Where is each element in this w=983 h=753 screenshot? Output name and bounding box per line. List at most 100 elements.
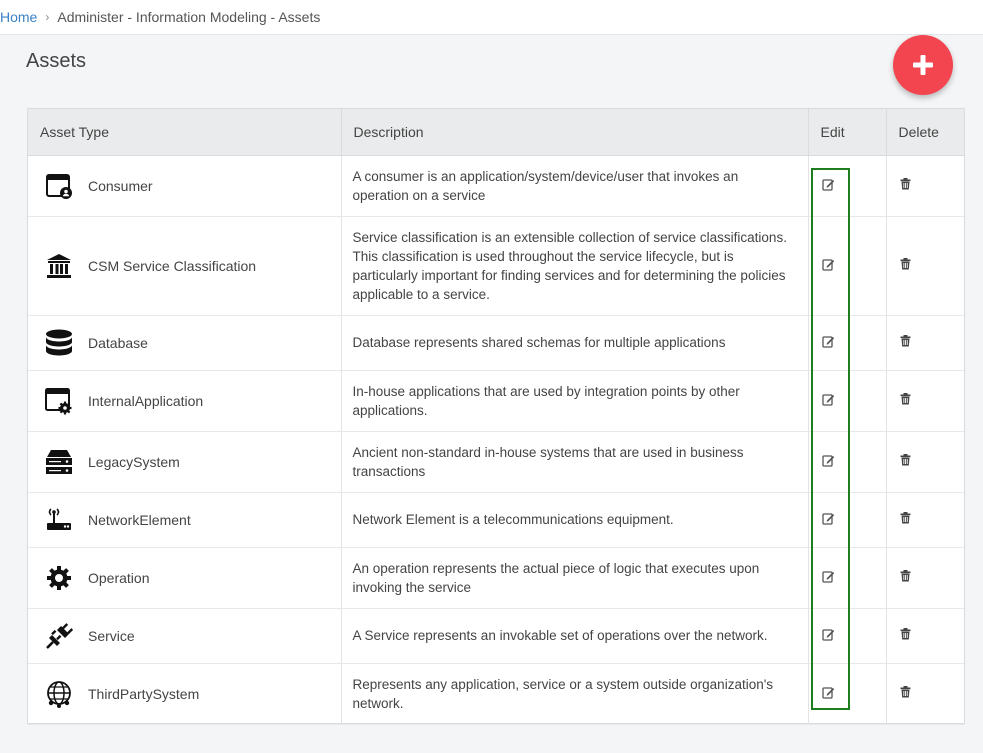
table-row: CSM Service Classification Service classi… bbox=[28, 216, 964, 316]
edit-icon[interactable] bbox=[821, 686, 835, 699]
edit-icon[interactable] bbox=[821, 393, 835, 406]
description-cell: An operation represents the actual piece… bbox=[341, 547, 809, 609]
plus-icon bbox=[913, 55, 933, 75]
asset-type-name: InternalApplication bbox=[88, 392, 204, 409]
asset-description: An operation represents the actual piece… bbox=[352, 560, 760, 595]
database-icon bbox=[44, 328, 74, 358]
edit-cell bbox=[808, 431, 887, 493]
asset-type-cell: Consumer bbox=[28, 155, 342, 217]
edit-cell bbox=[808, 608, 887, 664]
asset-description: Service classification is an extensible … bbox=[352, 229, 787, 302]
description-cell: In-house applications that are used by i… bbox=[341, 370, 809, 432]
edit-icon[interactable] bbox=[821, 178, 835, 191]
server-icon bbox=[44, 447, 74, 477]
breadcrumb-current: Administer - Information Modeling - Asse… bbox=[57, 9, 321, 25]
breadcrumb: Home › Administer - Information Modeling… bbox=[0, 0, 983, 35]
globe-network-icon bbox=[44, 679, 74, 709]
description-cell: Database represents shared schemas for m… bbox=[341, 315, 809, 371]
edit-cell bbox=[808, 663, 887, 725]
consumer-icon bbox=[44, 171, 74, 201]
trash-icon[interactable] bbox=[900, 258, 911, 270]
asset-description: Database represents shared schemas for m… bbox=[352, 335, 726, 350]
delete-cell bbox=[886, 431, 964, 493]
asset-type-name: CSM Service Classification bbox=[88, 257, 257, 274]
description-cell: Ancient non-standard in-house systems th… bbox=[341, 431, 809, 493]
edit-cell bbox=[808, 547, 887, 609]
trash-icon[interactable] bbox=[900, 335, 911, 347]
gear-icon bbox=[44, 563, 74, 593]
trash-icon[interactable] bbox=[900, 570, 911, 582]
header-delete: Delete bbox=[886, 109, 964, 156]
assets-table: Asset Type Description Edit Delete Consu… bbox=[27, 108, 965, 725]
description-cell: A Service represents an invokable set of… bbox=[341, 608, 809, 664]
trash-icon[interactable] bbox=[900, 686, 911, 698]
delete-cell bbox=[886, 663, 964, 725]
trash-icon[interactable] bbox=[900, 512, 911, 524]
description-cell: Network Element is a telecommunications … bbox=[341, 492, 809, 548]
asset-type-cell: Operation bbox=[28, 547, 342, 609]
table-row: Operation An operation represents the act… bbox=[28, 547, 964, 609]
asset-type-cell: ThirdPartySystem bbox=[28, 663, 342, 725]
table-row: LegacySystem Ancient non-standard in-hous… bbox=[28, 431, 964, 493]
edit-cell bbox=[808, 216, 887, 316]
description-cell: A consumer is an application/system/devi… bbox=[341, 155, 809, 217]
edit-icon[interactable] bbox=[821, 570, 835, 583]
header-description[interactable]: Description bbox=[341, 109, 809, 156]
edit-cell bbox=[808, 370, 887, 432]
description-cell: Service classification is an extensible … bbox=[341, 216, 809, 316]
chevron-right-icon: › bbox=[45, 10, 50, 24]
delete-cell bbox=[886, 155, 964, 217]
description-cell: Represents any application, service or a… bbox=[341, 663, 809, 725]
asset-type-name: NetworkElement bbox=[88, 511, 191, 528]
trash-icon[interactable] bbox=[900, 178, 911, 190]
table-row: NetworkElement Network Element is a telec… bbox=[28, 492, 964, 548]
edit-icon[interactable] bbox=[821, 628, 835, 641]
asset-type-name: Operation bbox=[88, 569, 150, 586]
table-row: ThirdPartySystem Represents any applicati… bbox=[28, 663, 964, 725]
trash-icon[interactable] bbox=[900, 454, 911, 466]
plug-icon bbox=[44, 621, 74, 651]
edit-icon[interactable] bbox=[821, 454, 835, 467]
breadcrumb-home-link[interactable]: Home bbox=[0, 9, 37, 25]
edit-icon[interactable] bbox=[821, 335, 835, 348]
asset-type-name: Database bbox=[88, 334, 148, 351]
delete-cell bbox=[886, 370, 964, 432]
app-settings-icon bbox=[44, 386, 74, 416]
asset-type-name: LegacySystem bbox=[88, 453, 180, 470]
table-row: Service A Service represents an invokable… bbox=[28, 608, 964, 664]
asset-type-name: ThirdPartySystem bbox=[88, 685, 200, 702]
table-row: Consumer A consumer is an application/sys… bbox=[28, 155, 964, 217]
delete-cell bbox=[886, 547, 964, 609]
delete-cell bbox=[886, 608, 964, 664]
institution-icon bbox=[44, 251, 74, 281]
asset-description: In-house applications that are used by i… bbox=[352, 383, 740, 418]
add-asset-button[interactable] bbox=[893, 35, 953, 95]
asset-type-name: Consumer bbox=[88, 177, 153, 194]
asset-type-cell: Database bbox=[28, 315, 342, 371]
trash-icon[interactable] bbox=[900, 393, 911, 405]
asset-type-cell: NetworkElement bbox=[28, 492, 342, 548]
asset-type-cell: CSM Service Classification bbox=[28, 216, 342, 316]
asset-description: Ancient non-standard in-house systems th… bbox=[352, 444, 744, 479]
asset-description: Represents any application, service or a… bbox=[352, 676, 774, 711]
asset-description: A consumer is an application/system/devi… bbox=[352, 168, 739, 203]
edit-cell bbox=[808, 315, 887, 371]
table-row: InternalApplication In-house applications… bbox=[28, 370, 964, 432]
asset-type-cell: LegacySystem bbox=[28, 431, 342, 493]
edit-cell bbox=[808, 492, 887, 548]
edit-icon[interactable] bbox=[821, 258, 835, 271]
asset-description: A Service represents an invokable set of… bbox=[352, 628, 768, 643]
header-edit: Edit bbox=[808, 109, 887, 156]
edit-cell bbox=[808, 155, 887, 217]
delete-cell bbox=[886, 216, 964, 316]
edit-icon[interactable] bbox=[821, 512, 835, 525]
trash-icon[interactable] bbox=[900, 628, 911, 640]
delete-cell bbox=[886, 492, 964, 548]
asset-description: Network Element is a telecommunications … bbox=[352, 512, 674, 527]
asset-type-cell: Service bbox=[28, 608, 342, 664]
delete-cell bbox=[886, 315, 964, 371]
asset-type-cell: InternalApplication bbox=[28, 370, 342, 432]
header-asset-type[interactable]: Asset Type bbox=[28, 109, 342, 156]
table-row: Database Database represents shared schem… bbox=[28, 315, 964, 371]
asset-type-name: Service bbox=[88, 627, 135, 644]
